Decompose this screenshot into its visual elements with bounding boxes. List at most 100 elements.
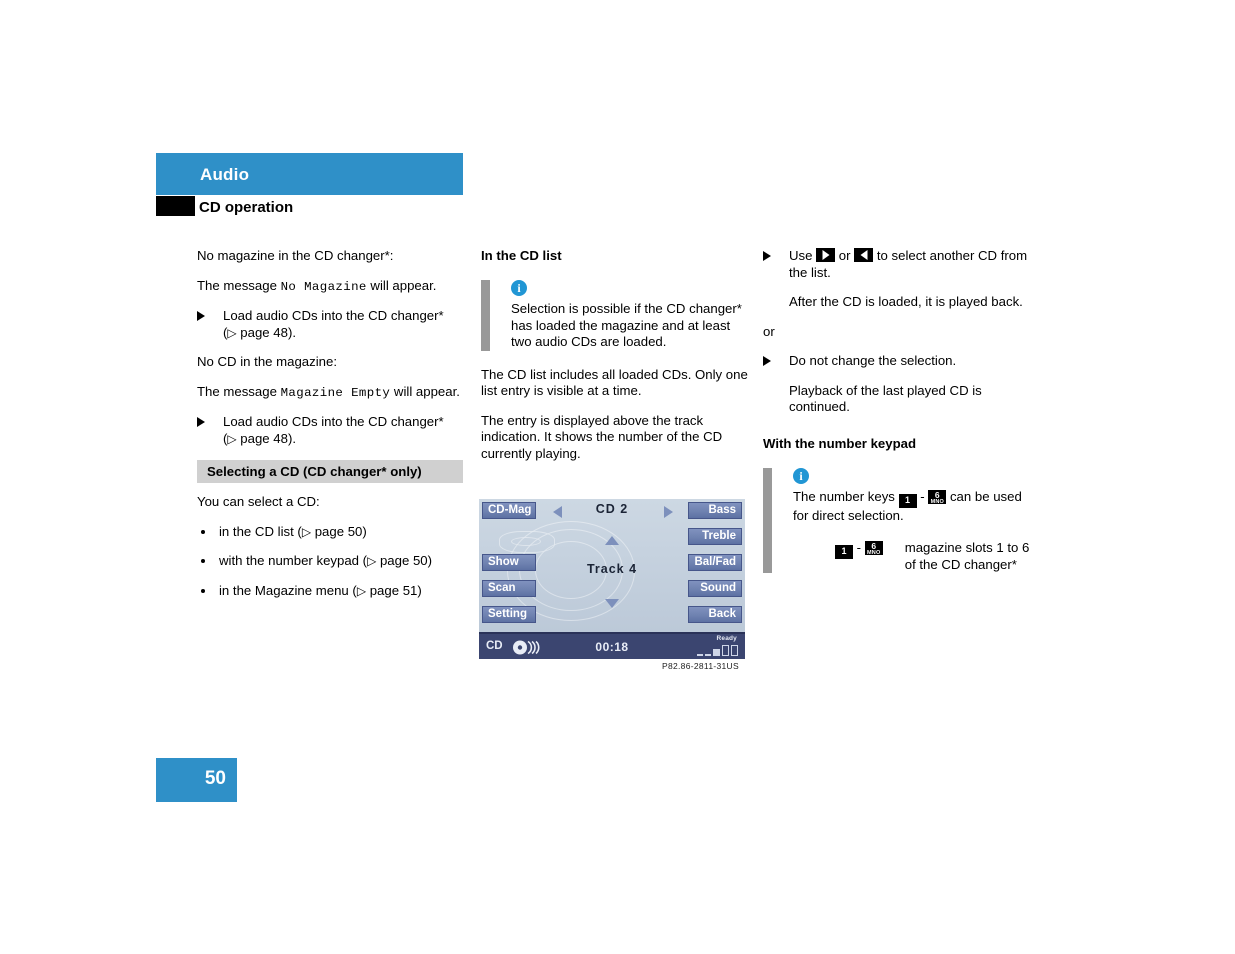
column-middle: In the CD list i Selection is possible i… [481, 248, 753, 475]
info-box-text: The number keys 1 - 6 MNO can be used for… [793, 489, 1035, 525]
text-pre: The message [197, 277, 281, 293]
step-triangle-icon [197, 311, 205, 321]
display-button-show[interactable]: Show [482, 554, 536, 571]
para-after-cd-loaded: After the CD is loaded, it is played bac… [789, 294, 1023, 309]
display-button-back[interactable]: Back [688, 606, 742, 623]
para-cd-list-includes: The CD list includes all loaded CDs. Onl… [481, 366, 748, 399]
info-icon: i [793, 467, 809, 484]
pageref-triangle-icon: ▷ [301, 524, 312, 539]
list-item-pageref: page 50) [311, 523, 367, 539]
para-playback-continued: Playback of the last played CD is contin… [789, 382, 982, 415]
step-use-arrows: Use or to select another CD from the lis… [763, 248, 1035, 281]
info-box-cd-list: i Selection is possible if the CD change… [481, 280, 753, 351]
key-digit: 6 [934, 489, 940, 500]
step-text: Load audio CDs into the CD changer* [223, 414, 444, 429]
step-triangle-icon [197, 417, 205, 427]
status-ready-label: Ready [716, 635, 737, 642]
para-no-magazine: No magazine in the CD changer*: [197, 248, 394, 263]
key-digit: 6 [871, 541, 877, 551]
list-item-text: in the Magazine menu ( [219, 582, 357, 598]
pageref-triangle-icon: ▷ [227, 325, 237, 340]
key-6-mno-icon: 6 MNO [928, 489, 947, 505]
key-left-arrow-icon [854, 248, 874, 262]
message-no-magazine: No Magazine [280, 279, 367, 294]
display-status-bar: CD 00:18 Ready [479, 632, 745, 659]
column-right: Use or to select another CD from the lis… [763, 248, 1035, 589]
para-you-can-select: You can select a CD: [197, 494, 320, 509]
info-text-pre: The number keys [793, 488, 899, 504]
step-triangle-icon [763, 251, 771, 261]
key-1-icon: 1 [898, 493, 917, 508]
step-load-cds-2: Load audio CDs into the CD changer* (▷ p… [197, 414, 469, 447]
list-item-pageref: page 50) [376, 553, 433, 568]
selection-methods-list: in the CD list (▷ page 50) with the numb… [197, 524, 469, 600]
info-dash: - [916, 488, 929, 504]
bullet-dot-icon [201, 588, 205, 593]
key-mapping-row: 1 - 6 MNO magazine slots 1 to 6 of the CD c… [793, 540, 1035, 573]
para-no-cd: No CD in the magazine: [197, 354, 338, 369]
key-6-mno-icon: 6 MNO [864, 541, 883, 556]
display-main-area: CD 2 Track 4 CD-Mag Show Scan Setting Ba… [479, 499, 745, 632]
step-text: Load audio CDs into the CD changer* [223, 308, 444, 323]
display-button-cd-mag[interactable]: CD-Mag [482, 502, 536, 519]
figure-caption: P82.86-2811-31US [662, 661, 739, 671]
pageref-triangle-icon: ▷ [356, 583, 367, 598]
text-post: will appear. [366, 277, 437, 293]
key-letters: MNO [867, 550, 881, 556]
key-mapping-line2: of the CD changer* [904, 556, 1017, 572]
key-letters: MNO [930, 498, 944, 505]
chapter-band: Audio [156, 153, 463, 195]
step-triangle-icon [763, 356, 771, 366]
display-button-scan[interactable]: Scan [482, 580, 536, 597]
key-mapping-line1: magazine slots 1 to 6 [904, 540, 1030, 555]
heading-in-the-cd-list: In the CD list [481, 248, 562, 263]
display-button-bass[interactable]: Bass [688, 502, 742, 519]
bullet-dot-icon [201, 559, 205, 563]
para-entry-displayed: The entry is displayed above the track i… [481, 412, 723, 461]
step-text: Do not change the selection. [789, 353, 957, 368]
subsection-heading-selecting-a-cd: Selecting a CD (CD changer* only) [197, 460, 463, 483]
step-do-not-change: Do not change the selection. [763, 353, 1035, 370]
para-message-no-magazine: The message No Magazine will appear. [197, 278, 469, 296]
chapter-title: Audio [200, 165, 250, 184]
pageref-text: page 48). [236, 324, 297, 340]
list-item: with the number keypad (▷ page 50) [197, 553, 469, 570]
step-text-pre: Use [789, 248, 817, 263]
para-message-magazine-empty: The message Magazine Empty will appear. [197, 384, 469, 402]
nav-down-arrow-icon[interactable] [605, 599, 619, 608]
nav-left-arrow-icon[interactable] [553, 506, 562, 518]
display-button-sound[interactable]: Sound [688, 580, 742, 597]
display-button-setting[interactable]: Setting [482, 606, 536, 623]
text-pre: The message [197, 383, 281, 399]
bullet-dot-icon [201, 529, 205, 534]
section-title: CD operation [199, 199, 294, 216]
list-item: in the Magazine menu (▷ page 51) [197, 583, 469, 600]
pageref-triangle-icon: ▷ [367, 554, 377, 568]
list-item-pageref: page 51) [366, 582, 422, 598]
display-button-bal-fad[interactable]: Bal/Fad [688, 554, 742, 571]
list-item-text: with the number keypad ( [219, 553, 368, 568]
display-button-treble[interactable]: Treble [688, 528, 742, 545]
text-post: will appear. [390, 383, 460, 399]
info-icon: i [511, 280, 527, 296]
info-box-text: Selection is possible if the CD changer*… [511, 301, 742, 349]
nav-right-arrow-icon[interactable] [664, 506, 673, 518]
list-item: in the CD list (▷ page 50) [197, 524, 469, 541]
info-box-bar [763, 467, 772, 573]
status-signal-bars-icon [697, 645, 738, 656]
column-left: No magazine in the CD changer*: The mess… [197, 248, 469, 612]
key-right-arrow-icon [816, 248, 836, 262]
radio-display-figure: CD 2 Track 4 CD-Mag Show Scan Setting Ba… [479, 499, 745, 659]
step-text-mid: or [835, 248, 855, 263]
step-load-cds-1: Load audio CDs into the CD changer* (▷ p… [197, 308, 469, 341]
message-magazine-empty: Magazine Empty [280, 385, 391, 400]
heading-with-number-keypad: With the number keypad [763, 435, 917, 451]
info-box-bar [481, 280, 490, 351]
key-1-icon: 1 [835, 545, 853, 559]
para-or: or [763, 323, 775, 339]
nav-up-arrow-icon[interactable] [605, 536, 619, 545]
section-marker-block [156, 196, 195, 216]
pageref-triangle-icon: ▷ [227, 431, 237, 446]
info-box-number-keys: i The number keys 1 - 6 MNO can be used f… [763, 467, 1035, 573]
page-number: 50 [156, 758, 237, 802]
